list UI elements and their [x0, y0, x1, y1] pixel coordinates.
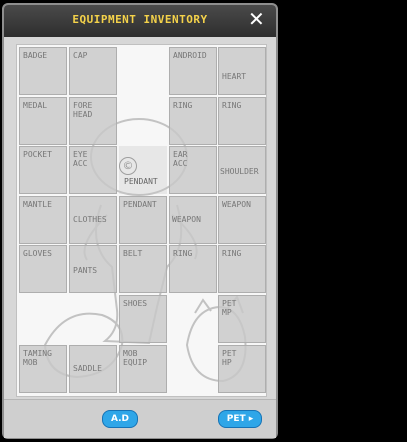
slot-pocket[interactable]: POCKET — [19, 146, 67, 194]
title-bar[interactable]: EQUIPMENT INVENTORY ✕ — [4, 5, 276, 37]
slot-shoes-label: SHOES — [123, 299, 148, 308]
slot-eye-acc[interactable]: EYE ACC — [69, 146, 117, 194]
slot-android-label: ANDROID — [173, 51, 207, 60]
slot-pants[interactable]: PANTS — [69, 245, 117, 293]
slot-eye-acc-label: EYE ACC — [73, 150, 88, 168]
slot-mob-equip[interactable]: MOB EQUIP — [119, 345, 167, 393]
slot-pet-mp[interactable]: PET MP — [218, 295, 266, 343]
slot-ring-2-label: RING — [222, 101, 242, 110]
slot-pendant-2-label: PENDANT — [123, 200, 157, 209]
slot-heart-label: HEART — [222, 72, 247, 81]
slot-weapon-1[interactable]: WEAPON — [169, 196, 217, 244]
slot-pet-hp[interactable]: PET HP — [218, 345, 266, 393]
slot-heart[interactable]: HEART — [218, 47, 266, 95]
slot-saddle[interactable]: SADDLE — [69, 345, 117, 393]
slot-ring-4[interactable]: RING — [218, 245, 266, 293]
ad-button[interactable]: A.D — [102, 410, 138, 428]
slot-ring-3-label: RING — [173, 249, 193, 258]
window-footer: A.D PET ▸ — [4, 399, 276, 438]
slot-pet-mp-label: PET MP — [222, 299, 237, 317]
slot-saddle-label: SADDLE — [73, 364, 102, 373]
window-title: EQUIPMENT INVENTORY — [72, 13, 208, 26]
equipment-grid: © BADGE CAP ANDROID HEART MEDAL FORE HEA… — [16, 44, 267, 397]
slot-cap[interactable]: CAP — [69, 47, 117, 95]
pet-button-label: PET — [226, 414, 246, 424]
slot-cap-label: CAP — [73, 51, 88, 60]
slot-mob-equip-label: MOB EQUIP — [123, 349, 148, 367]
slot-ring-1-label: RING — [173, 101, 193, 110]
slot-weapon-2[interactable]: WEAPON — [218, 196, 266, 244]
slot-pendant-1[interactable]: PENDANT — [119, 146, 167, 194]
slot-ring-3[interactable]: RING — [169, 245, 217, 293]
slot-gloves-label: GLOVES — [23, 249, 52, 258]
slot-pendant-1-label: PENDANT — [124, 177, 158, 186]
slot-shoulder-label: SHOULDER — [220, 167, 259, 176]
slot-taming-mob[interactable]: TAMING MOB — [19, 345, 67, 393]
slot-gloves[interactable]: GLOVES — [19, 245, 67, 293]
slot-pet-hp-label: PET HP — [222, 349, 237, 367]
slot-pendant-2[interactable]: PENDANT — [119, 196, 167, 244]
close-button[interactable]: ✕ — [248, 9, 265, 29]
slot-ring-2[interactable]: RING — [218, 97, 266, 145]
slot-forehead-label: FORE HEAD — [73, 101, 93, 119]
slot-ear-acc[interactable]: EAR ACC — [169, 146, 217, 194]
slot-badge[interactable]: BADGE — [19, 47, 67, 95]
slot-taming-mob-label: TAMING MOB — [23, 349, 52, 367]
slot-mantle-label: MANTLE — [23, 200, 52, 209]
slot-pocket-label: POCKET — [23, 150, 52, 159]
triangle-right-icon: ▸ — [248, 414, 254, 424]
slot-medal[interactable]: MEDAL — [19, 97, 67, 145]
pet-button[interactable]: PET ▸ — [218, 410, 262, 428]
slot-medal-label: MEDAL — [23, 101, 48, 110]
slot-forehead[interactable]: FORE HEAD — [69, 97, 117, 145]
slot-shoulder[interactable]: SHOULDER — [218, 146, 266, 194]
slot-ring-1[interactable]: RING — [169, 97, 217, 145]
slot-android[interactable]: ANDROID — [169, 47, 217, 95]
equipment-inventory-window: EQUIPMENT INVENTORY ✕ © BADGE CAP ANDROI… — [2, 3, 278, 439]
slot-belt-label: BELT — [123, 249, 143, 258]
slot-weapon-2-label: WEAPON — [222, 200, 251, 209]
slot-clothes[interactable]: CLOTHES — [69, 196, 117, 244]
slot-shoes[interactable]: SHOES — [119, 295, 167, 343]
slot-pants-label: PANTS — [73, 266, 98, 275]
slot-ear-acc-label: EAR ACC — [173, 150, 188, 168]
slot-badge-label: BADGE — [23, 51, 48, 60]
slot-mantle[interactable]: MANTLE — [19, 196, 67, 244]
slot-clothes-label: CLOTHES — [73, 215, 107, 224]
slot-ring-4-label: RING — [222, 249, 242, 258]
slot-belt[interactable]: BELT — [119, 245, 167, 293]
slot-weapon-1-label: WEAPON — [172, 215, 201, 224]
